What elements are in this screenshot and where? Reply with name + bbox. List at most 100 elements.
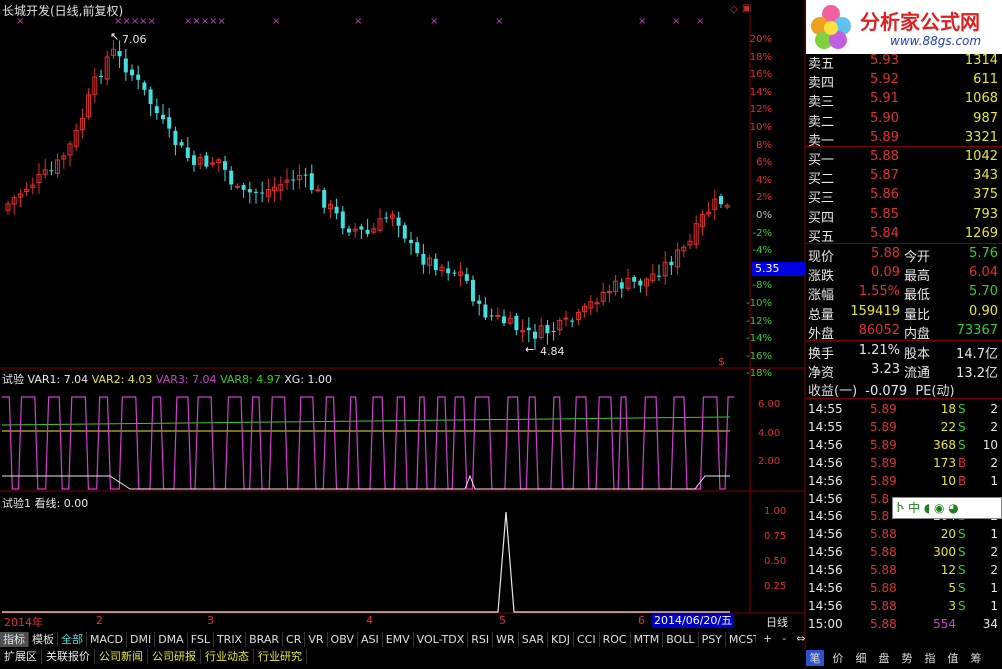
time-axis-label: 6: [638, 614, 645, 627]
ob-label: 买一: [808, 153, 835, 168]
period-label[interactable]: 日线: [766, 614, 788, 630]
indicator-tab[interactable]: MTM: [631, 632, 664, 647]
trade-count: 2: [990, 402, 998, 416]
ob-volume: 1269: [964, 225, 998, 241]
candle: [79, 108, 85, 139]
bottom-tab[interactable]: 关联报价: [42, 649, 95, 664]
ask-row: 卖一 5.89 3321: [806, 129, 1000, 149]
trade-count: 1: [990, 473, 998, 488]
low-arrow-icon: ←: [525, 343, 535, 356]
ob-volume: 793: [973, 206, 998, 222]
candle: [359, 223, 364, 240]
indicator-tab[interactable]: SAR: [519, 632, 549, 647]
indicator-tab[interactable]: MCST: [726, 632, 756, 647]
bottom-tab[interactable]: 行业研究: [254, 649, 307, 664]
trade-time: 14:56: [808, 545, 843, 560]
indicator-tab[interactable]: 全部: [58, 632, 87, 647]
indicator-tab[interactable]: KDJ: [548, 632, 574, 647]
right-tab[interactable]: 值: [944, 650, 962, 666]
candle: [693, 215, 699, 249]
trade-count: 2: [990, 545, 998, 560]
candle: [526, 317, 531, 343]
indicator-tab[interactable]: OBV: [328, 632, 358, 647]
indicator-tab[interactable]: CCI: [574, 632, 600, 647]
candle: [272, 177, 278, 202]
right-tab[interactable]: 盘: [875, 650, 893, 666]
xg-value: XG: 1.00: [284, 373, 333, 386]
indicator2-tick: 0.75: [764, 531, 787, 542]
percent-tick: 6%: [756, 157, 772, 169]
indicator-tab[interactable]: DMI: [127, 632, 156, 647]
ime-toolbar[interactable]: Ⴡ 中 ◖ ◉ ◕: [892, 497, 1002, 519]
trade-row: 14:55 5.89 18 S 2: [806, 401, 1000, 419]
ob-volume: 1068: [964, 91, 998, 107]
candle: [495, 307, 501, 320]
candle: [216, 157, 222, 173]
candle: [650, 264, 656, 284]
indicator-tab[interactable]: 指标: [0, 632, 29, 647]
right-tab[interactable]: 笔: [806, 650, 824, 666]
candle: [67, 141, 73, 167]
percent-tick: 20%: [749, 34, 772, 45]
candle: [625, 268, 631, 291]
indicator-tab[interactable]: DMA: [155, 632, 188, 647]
zoom-button[interactable]: +: [763, 632, 772, 645]
candle: [570, 317, 575, 328]
candle: [347, 225, 351, 237]
candle: [575, 308, 581, 325]
indicator-tab[interactable]: PSY: [699, 632, 726, 647]
trade-volume: 18: [940, 402, 956, 416]
percent-tick: -8%: [752, 280, 772, 292]
zoom-button[interactable]: ⇔: [796, 632, 805, 645]
right-tab[interactable]: 指: [921, 650, 939, 666]
trade-row: 14:56 5.89 173 B 2: [806, 455, 1000, 473]
indicator-tab[interactable]: BOLL: [663, 632, 699, 647]
right-tab[interactable]: 价: [829, 650, 847, 666]
trade-time: 14:56: [808, 455, 843, 470]
indicator-tab[interactable]: EMV: [383, 632, 414, 647]
right-tab[interactable]: 势: [898, 650, 916, 666]
right-tab[interactable]: 细: [852, 650, 870, 666]
indicator-tab[interactable]: ASI: [358, 632, 383, 647]
ob-volume: 611: [973, 72, 998, 88]
indicator-tab[interactable]: FSL: [188, 632, 214, 647]
indicator-tab[interactable]: VOL-TDX: [414, 632, 469, 647]
ob-price: 5.88: [870, 149, 899, 164]
bottom-tab[interactable]: 扩展区: [0, 649, 42, 664]
indicator2-line: [2, 511, 730, 613]
trade-price: 5.89: [870, 455, 897, 470]
trade-price: 5.89: [870, 419, 897, 434]
indicator-tab[interactable]: MACD: [87, 632, 127, 647]
trade-side: S: [958, 527, 966, 542]
bottom-tab[interactable]: 公司新闻: [95, 649, 148, 664]
indicator-tab[interactable]: WR: [493, 632, 519, 647]
indicator-tab[interactable]: 模板: [29, 632, 58, 647]
candle: [5, 200, 11, 215]
candle: [719, 193, 723, 208]
trade-side: S: [958, 545, 966, 560]
candle: [136, 65, 141, 90]
indicator-tab[interactable]: TRIX: [214, 632, 247, 647]
indicator2-tick: 1.00: [764, 506, 787, 517]
var3-value: VAR3: 7.04: [155, 373, 217, 386]
indicator-tab[interactable]: BRAR: [246, 632, 284, 647]
kline-chart-area[interactable]: [0, 0, 806, 669]
signal-marker: ×: [638, 16, 647, 27]
candle: [377, 208, 383, 233]
indicator2-header: 试验1 看线: 0.00: [2, 495, 88, 511]
trade-price: 5.89: [870, 473, 897, 488]
indicator-tab[interactable]: ROC: [600, 632, 631, 647]
logo-banner: 分析家公式网 www.88gs.com: [806, 0, 1002, 54]
indicator-tab[interactable]: RSI: [468, 632, 494, 647]
candle: [458, 262, 464, 287]
right-tab[interactable]: 筹: [967, 650, 985, 666]
bottom-tab[interactable]: 行业动态: [201, 649, 254, 664]
zoom-button[interactable]: -: [782, 632, 786, 645]
ob-label: 买二: [808, 172, 835, 188]
ob-volume: 343: [973, 168, 998, 184]
indicator-tab[interactable]: VR: [305, 632, 328, 647]
bottom-tab[interactable]: 公司研报: [148, 649, 201, 664]
low-price-label: 4.84: [540, 345, 565, 358]
indicator2-tick: 0.25: [764, 581, 787, 592]
indicator-tab[interactable]: CR: [283, 632, 306, 647]
